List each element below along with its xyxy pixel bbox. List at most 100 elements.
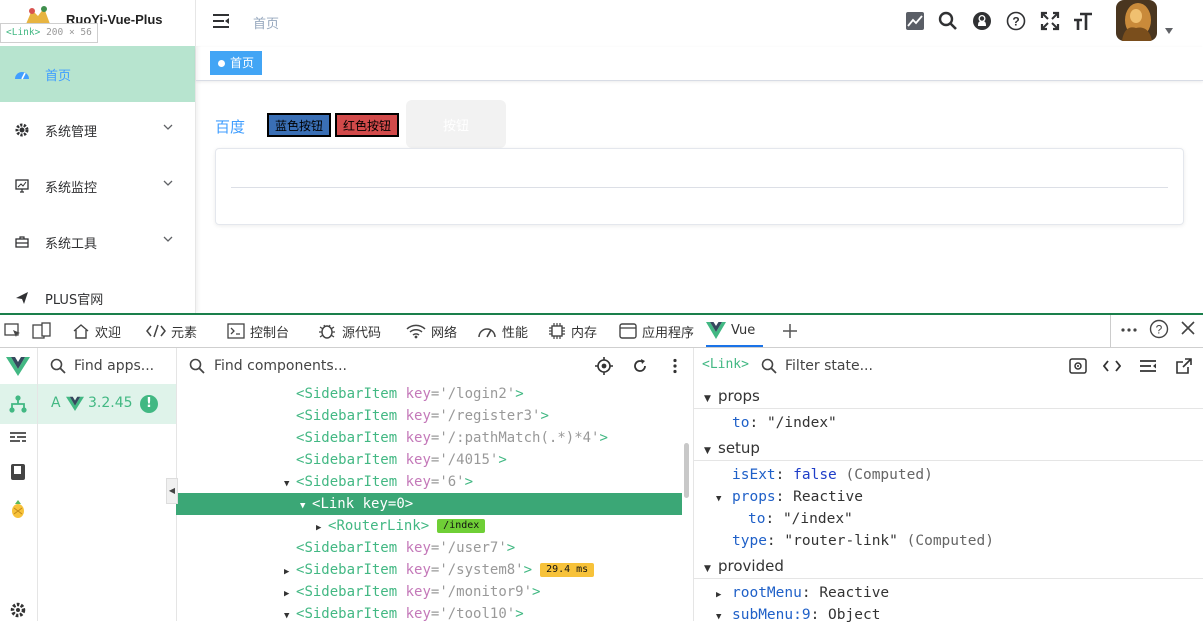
fullscreen-icon[interactable] <box>1039 10 1061 32</box>
section-setup[interactable]: ▼ setup <box>694 436 1203 461</box>
tab-label: 欢迎 <box>95 325 122 341</box>
tab-sources[interactable]: 源代码 <box>317 315 381 347</box>
add-tab-icon[interactable] <box>781 322 799 344</box>
expand-arrow-icon[interactable]: ▼ <box>284 605 296 627</box>
red-button[interactable]: 红色按钮 <box>335 113 400 137</box>
pinia-icon[interactable] <box>5 496 31 522</box>
tab-label: 性能 <box>502 325 529 341</box>
tab-performance[interactable]: 性能 <box>477 315 528 347</box>
close-icon[interactable] <box>1180 320 1196 340</box>
timeline-icon[interactable] <box>5 425 31 451</box>
section-provided[interactable]: ▼ provided <box>694 554 1203 579</box>
tab-console[interactable]: 控制台 <box>227 315 289 347</box>
sidebar-item-tools[interactable]: 系统工具 <box>0 214 195 270</box>
target-icon[interactable] <box>594 356 614 376</box>
font-size-icon[interactable] <box>1072 10 1094 32</box>
svg-text:?: ? <box>1156 323 1163 337</box>
section-props[interactable]: ▼ props <box>694 384 1203 409</box>
more-vertical-icon[interactable] <box>665 356 685 376</box>
tab-label: 网络 <box>431 325 458 341</box>
state-row[interactable]: ▶ rootMenu: Reactive <box>716 582 889 604</box>
expand-arrow-icon[interactable]: ▼ <box>716 606 728 628</box>
search-icon[interactable] <box>937 10 959 32</box>
expand-arrow-icon[interactable]: ▶ <box>284 583 296 605</box>
state-row[interactable]: ▼ props: Reactive <box>716 486 863 508</box>
tree-row[interactable]: <SidebarItem key='/user7'> <box>176 537 682 559</box>
github-icon[interactable] <box>971 10 993 32</box>
tag-home[interactable]: 首页 <box>210 51 263 75</box>
section-label: setup <box>718 439 760 457</box>
tree-row[interactable]: <SidebarItem key='/:pathMatch(.*)*4'> <box>176 427 682 449</box>
inspect-element-icon[interactable] <box>4 322 22 344</box>
state-colon: : <box>749 415 767 431</box>
device-toolbar-icon[interactable] <box>32 322 52 344</box>
warning-icon[interactable]: ! <box>140 395 158 413</box>
sidebar-item-home[interactable]: 首页 <box>0 46 195 102</box>
state-row[interactable]: ▼ subMenu:9: Object <box>716 604 880 626</box>
tab-application[interactable]: 应用程序 <box>619 315 694 347</box>
tab-welcome[interactable]: 欢迎 <box>72 315 121 347</box>
help-icon[interactable]: ? <box>1005 10 1027 32</box>
state-row[interactable]: isExt: false (Computed) <box>732 464 933 486</box>
blue-button[interactable]: 蓝色按钮 <box>267 113 332 137</box>
baidu-link[interactable]: 百度 <box>215 116 245 137</box>
state-row[interactable]: to: "/index" <box>732 412 837 434</box>
tree-row[interactable]: ▶ <SidebarItem key='/system8'> 29.4 ms <box>176 559 682 581</box>
tag-home-label: 首页 <box>230 56 255 70</box>
state-row[interactable]: type: "router-link" (Computed) <box>732 530 994 552</box>
tree-row[interactable]: <SidebarItem key='/login2'> <box>176 383 682 405</box>
tab-network[interactable]: 网络 <box>406 315 457 347</box>
tree-row[interactable]: ▼ <SidebarItem key='6'> <box>176 471 682 493</box>
routes-book-icon[interactable] <box>5 459 31 485</box>
state-value: "/index" <box>766 415 837 431</box>
key-value: '/register3' <box>439 408 541 424</box>
tree-scrollbar[interactable] <box>684 443 689 498</box>
filter-state-input[interactable]: Filter state... <box>761 356 1051 376</box>
help-icon[interactable]: ? <box>1149 319 1169 343</box>
state-row[interactable]: to: "/index" <box>748 508 853 530</box>
expand-arrow-icon[interactable]: ▼ <box>716 488 728 510</box>
find-apps-input[interactable]: Find apps... <box>50 356 170 376</box>
sidebar-item-monitor[interactable]: 系统监控 <box>0 158 195 214</box>
scroll-to-component-icon[interactable] <box>1068 356 1088 376</box>
filter-state-placeholder: Filter state... <box>785 358 873 374</box>
tab-memory[interactable]: 内存 <box>548 315 597 347</box>
sidebar-item-label: 系统工具 <box>45 236 98 252</box>
caret-down-icon[interactable] <box>1165 28 1173 34</box>
gear-icon[interactable] <box>5 597 31 623</box>
window-icon <box>619 323 637 339</box>
component-tree-icon[interactable] <box>5 391 31 417</box>
tags-view-bar <box>196 47 1203 81</box>
find-apps-placeholder: Find apps... <box>74 358 155 374</box>
tree-row-selected[interactable]: ▼ <Link key=0> <box>176 493 682 515</box>
filter-list-icon[interactable] <box>1138 356 1158 376</box>
refresh-icon[interactable] <box>630 356 650 376</box>
state-colon: : <box>775 467 794 483</box>
state-key: to <box>732 415 750 431</box>
sidebar-item-system[interactable]: 系统管理 <box>0 102 195 158</box>
avatar[interactable] <box>1116 0 1157 41</box>
inspect-tooltip: <Link> 200 × 56 <box>0 23 98 43</box>
tree-row[interactable]: ▶ <RouterLink>/index <box>176 515 682 537</box>
expand-arrow-icon[interactable]: ▼ <box>284 473 296 495</box>
expand-arrow-icon[interactable]: ▼ <box>300 495 312 517</box>
expand-arrow-icon[interactable]: ▶ <box>316 517 328 539</box>
expand-arrow-icon[interactable]: ▶ <box>716 584 728 606</box>
tree-row[interactable]: ▼ <SidebarItem key='/tool10'> <box>176 603 682 625</box>
tree-row[interactable]: ▶ <SidebarItem key='/monitor9'> <box>176 581 682 603</box>
vue-logo-icon[interactable] <box>5 353 31 379</box>
tree-row[interactable]: <SidebarItem key='/register3'> <box>176 405 682 427</box>
hamburger-icon[interactable] <box>212 12 230 30</box>
inspect-dom-icon[interactable] <box>1102 356 1122 376</box>
plain-button[interactable]: 按钮 <box>406 100 506 148</box>
tab-elements[interactable]: 元素 <box>146 315 197 347</box>
tree-row[interactable]: <SidebarItem key='/4015'> <box>176 449 682 471</box>
expand-arrow-icon[interactable]: ▶ <box>284 561 296 583</box>
collapse-panel-handle[interactable]: ◀ <box>166 478 178 504</box>
find-components-input[interactable]: Find components... <box>189 356 569 376</box>
tab-vue[interactable]: Vue <box>706 315 764 347</box>
chart-icon[interactable] <box>904 10 926 32</box>
open-in-editor-icon[interactable] <box>1174 356 1194 376</box>
sidebar-item-label: PLUS官网 <box>45 292 104 308</box>
more-options-icon[interactable] <box>1120 322 1138 342</box>
